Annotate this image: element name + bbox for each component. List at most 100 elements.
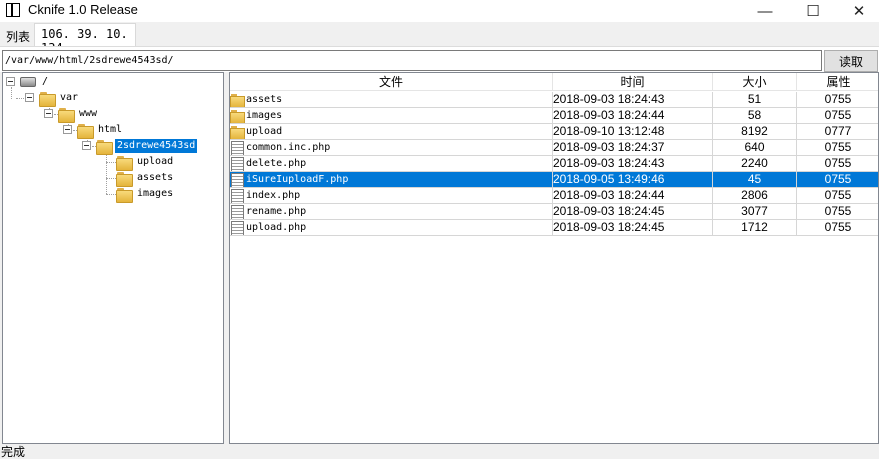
- list-header: 文件 时间 大小 属性: [230, 73, 878, 91]
- cell-time: 2018-09-03 18:24:43: [553, 156, 713, 172]
- folder-icon: [116, 187, 133, 203]
- title-bar: Cknife 1.0 Release — ☐ ✕: [0, 0, 879, 22]
- tree-node-root[interactable]: /: [20, 74, 50, 90]
- cell-time: 2018-09-03 18:24:44: [553, 108, 713, 124]
- tree-node-assets[interactable]: assets: [116, 170, 175, 187]
- file-icon: [230, 156, 244, 171]
- tab-host[interactable]: 106. 39. 10. 134: [34, 23, 136, 55]
- table-row[interactable]: upload 2018-09-10 13:12:48 8192 0777: [230, 124, 878, 140]
- tab-strip: 列表 106. 39. 10. 134: [0, 22, 879, 55]
- folder-icon: [58, 107, 75, 123]
- cell-attr: 0755: [797, 172, 878, 188]
- cell-attr: 0777: [797, 124, 878, 140]
- tree-node-upload[interactable]: upload: [116, 154, 175, 171]
- file-name: iSureIuploadF.php: [246, 174, 349, 185]
- cell-name: upload: [230, 124, 553, 140]
- cell-attr: 0755: [797, 108, 878, 124]
- cell-size: 51: [713, 92, 797, 108]
- directory-tree[interactable]: / var www html 2sdrewe4543sd upload asse…: [2, 72, 224, 444]
- cell-size: 640: [713, 140, 797, 156]
- table-row[interactable]: assets 2018-09-03 18:24:43 51 0755: [230, 92, 878, 108]
- tree-node-images[interactable]: images: [116, 186, 175, 203]
- cell-name: common.inc.php: [230, 140, 553, 156]
- table-row[interactable]: common.inc.php 2018-09-03 18:24:37 640 0755: [230, 140, 878, 156]
- file-list[interactable]: 文件 时间 大小 属性 assets 2018-09-03 18:24:43 51 0…: [229, 72, 879, 444]
- tab-list[interactable]: 列表: [0, 25, 34, 46]
- column-header-name[interactable]: 文件: [230, 73, 553, 91]
- table-row[interactable]: images 2018-09-03 18:24:44 58 0755: [230, 108, 878, 124]
- cell-attr: 0755: [797, 204, 878, 220]
- tree-node-var[interactable]: var: [39, 90, 80, 107]
- tree-node-label: var: [60, 92, 79, 103]
- cell-attr: 0755: [797, 188, 878, 204]
- table-row[interactable]: upload.php 2018-09-03 18:24:45 1712 0755: [230, 220, 878, 236]
- window-title: Cknife 1.0 Release: [28, 2, 138, 17]
- cell-time: 2018-09-03 18:24:45: [553, 204, 713, 220]
- folder-icon: [116, 155, 133, 171]
- cell-time: 2018-09-03 18:24:45: [553, 220, 713, 236]
- tree-node-label: images: [137, 188, 174, 199]
- cell-name: delete.php: [230, 156, 553, 172]
- file-name: common.inc.php: [246, 142, 331, 153]
- cell-attr: 0755: [797, 140, 878, 156]
- folder-icon: [230, 125, 245, 139]
- cell-attr: 0755: [797, 156, 878, 172]
- folder-icon: [39, 91, 56, 107]
- tree-node-label: assets: [137, 172, 174, 183]
- tree-node-selected[interactable]: 2sdrewe4543sd: [96, 138, 199, 155]
- file-icon: [230, 140, 244, 155]
- folder-icon: [96, 139, 113, 155]
- cell-time: 2018-09-10 13:12:48: [553, 124, 713, 140]
- column-header-size[interactable]: 大小: [713, 73, 797, 91]
- collapse-toggle[interactable]: [25, 93, 34, 102]
- cell-name: assets: [230, 92, 553, 108]
- cell-size: 2240: [713, 156, 797, 172]
- maximize-button[interactable]: ☐: [790, 0, 836, 22]
- column-header-time[interactable]: 时间: [553, 73, 713, 91]
- file-name: images: [246, 110, 283, 121]
- file-name: rename.php: [246, 206, 307, 217]
- read-button[interactable]: 读取: [824, 50, 878, 72]
- column-header-attr[interactable]: 属性: [797, 73, 878, 91]
- collapse-toggle[interactable]: [82, 141, 91, 150]
- collapse-toggle[interactable]: [44, 109, 53, 118]
- file-icon: [230, 172, 244, 187]
- cell-time: 2018-09-03 18:24:37: [553, 140, 713, 156]
- cell-name: images: [230, 108, 553, 124]
- cell-size: 45: [713, 172, 797, 188]
- cell-size: 2806: [713, 188, 797, 204]
- cell-name: iSureIuploadF.php: [230, 172, 553, 188]
- cell-attr: 0755: [797, 220, 878, 236]
- cell-time: 2018-09-03 18:24:44: [553, 188, 713, 204]
- table-row[interactable]: index.php 2018-09-03 18:24:44 2806 0755: [230, 188, 878, 204]
- folder-icon: [77, 123, 94, 139]
- tree-node-www[interactable]: www: [58, 106, 99, 123]
- app-icon: [6, 3, 20, 17]
- minimize-button[interactable]: —: [742, 0, 788, 22]
- cell-size: 8192: [713, 124, 797, 140]
- tree-node-html[interactable]: html: [77, 122, 124, 139]
- file-name: delete.php: [246, 158, 307, 169]
- cell-size: 1712: [713, 220, 797, 236]
- cell-name: upload.php: [230, 220, 553, 236]
- collapse-toggle[interactable]: [6, 77, 15, 86]
- table-row[interactable]: iSureIuploadF.php 2018-09-05 13:49:46 45 07…: [230, 172, 878, 188]
- drive-icon: [20, 77, 36, 87]
- folder-icon: [230, 109, 245, 123]
- collapse-toggle[interactable]: [63, 125, 72, 134]
- folder-icon: [230, 93, 245, 107]
- file-name: index.php: [246, 190, 301, 201]
- close-button[interactable]: ✕: [836, 0, 879, 22]
- file-icon: [230, 220, 244, 235]
- cell-size: 58: [713, 108, 797, 124]
- cell-time: 2018-09-03 18:24:43: [553, 92, 713, 108]
- tree-line: [106, 154, 107, 194]
- status-text: 完成: [1, 445, 26, 459]
- tree-node-label: upload: [137, 156, 174, 167]
- table-row[interactable]: delete.php 2018-09-03 18:24:43 2240 0755: [230, 156, 878, 172]
- table-row[interactable]: rename.php 2018-09-03 18:24:45 3077 0755: [230, 204, 878, 220]
- cell-attr: 0755: [797, 92, 878, 108]
- path-bar: 读取: [0, 46, 879, 72]
- path-input[interactable]: [2, 50, 822, 71]
- tree-line: [11, 87, 12, 99]
